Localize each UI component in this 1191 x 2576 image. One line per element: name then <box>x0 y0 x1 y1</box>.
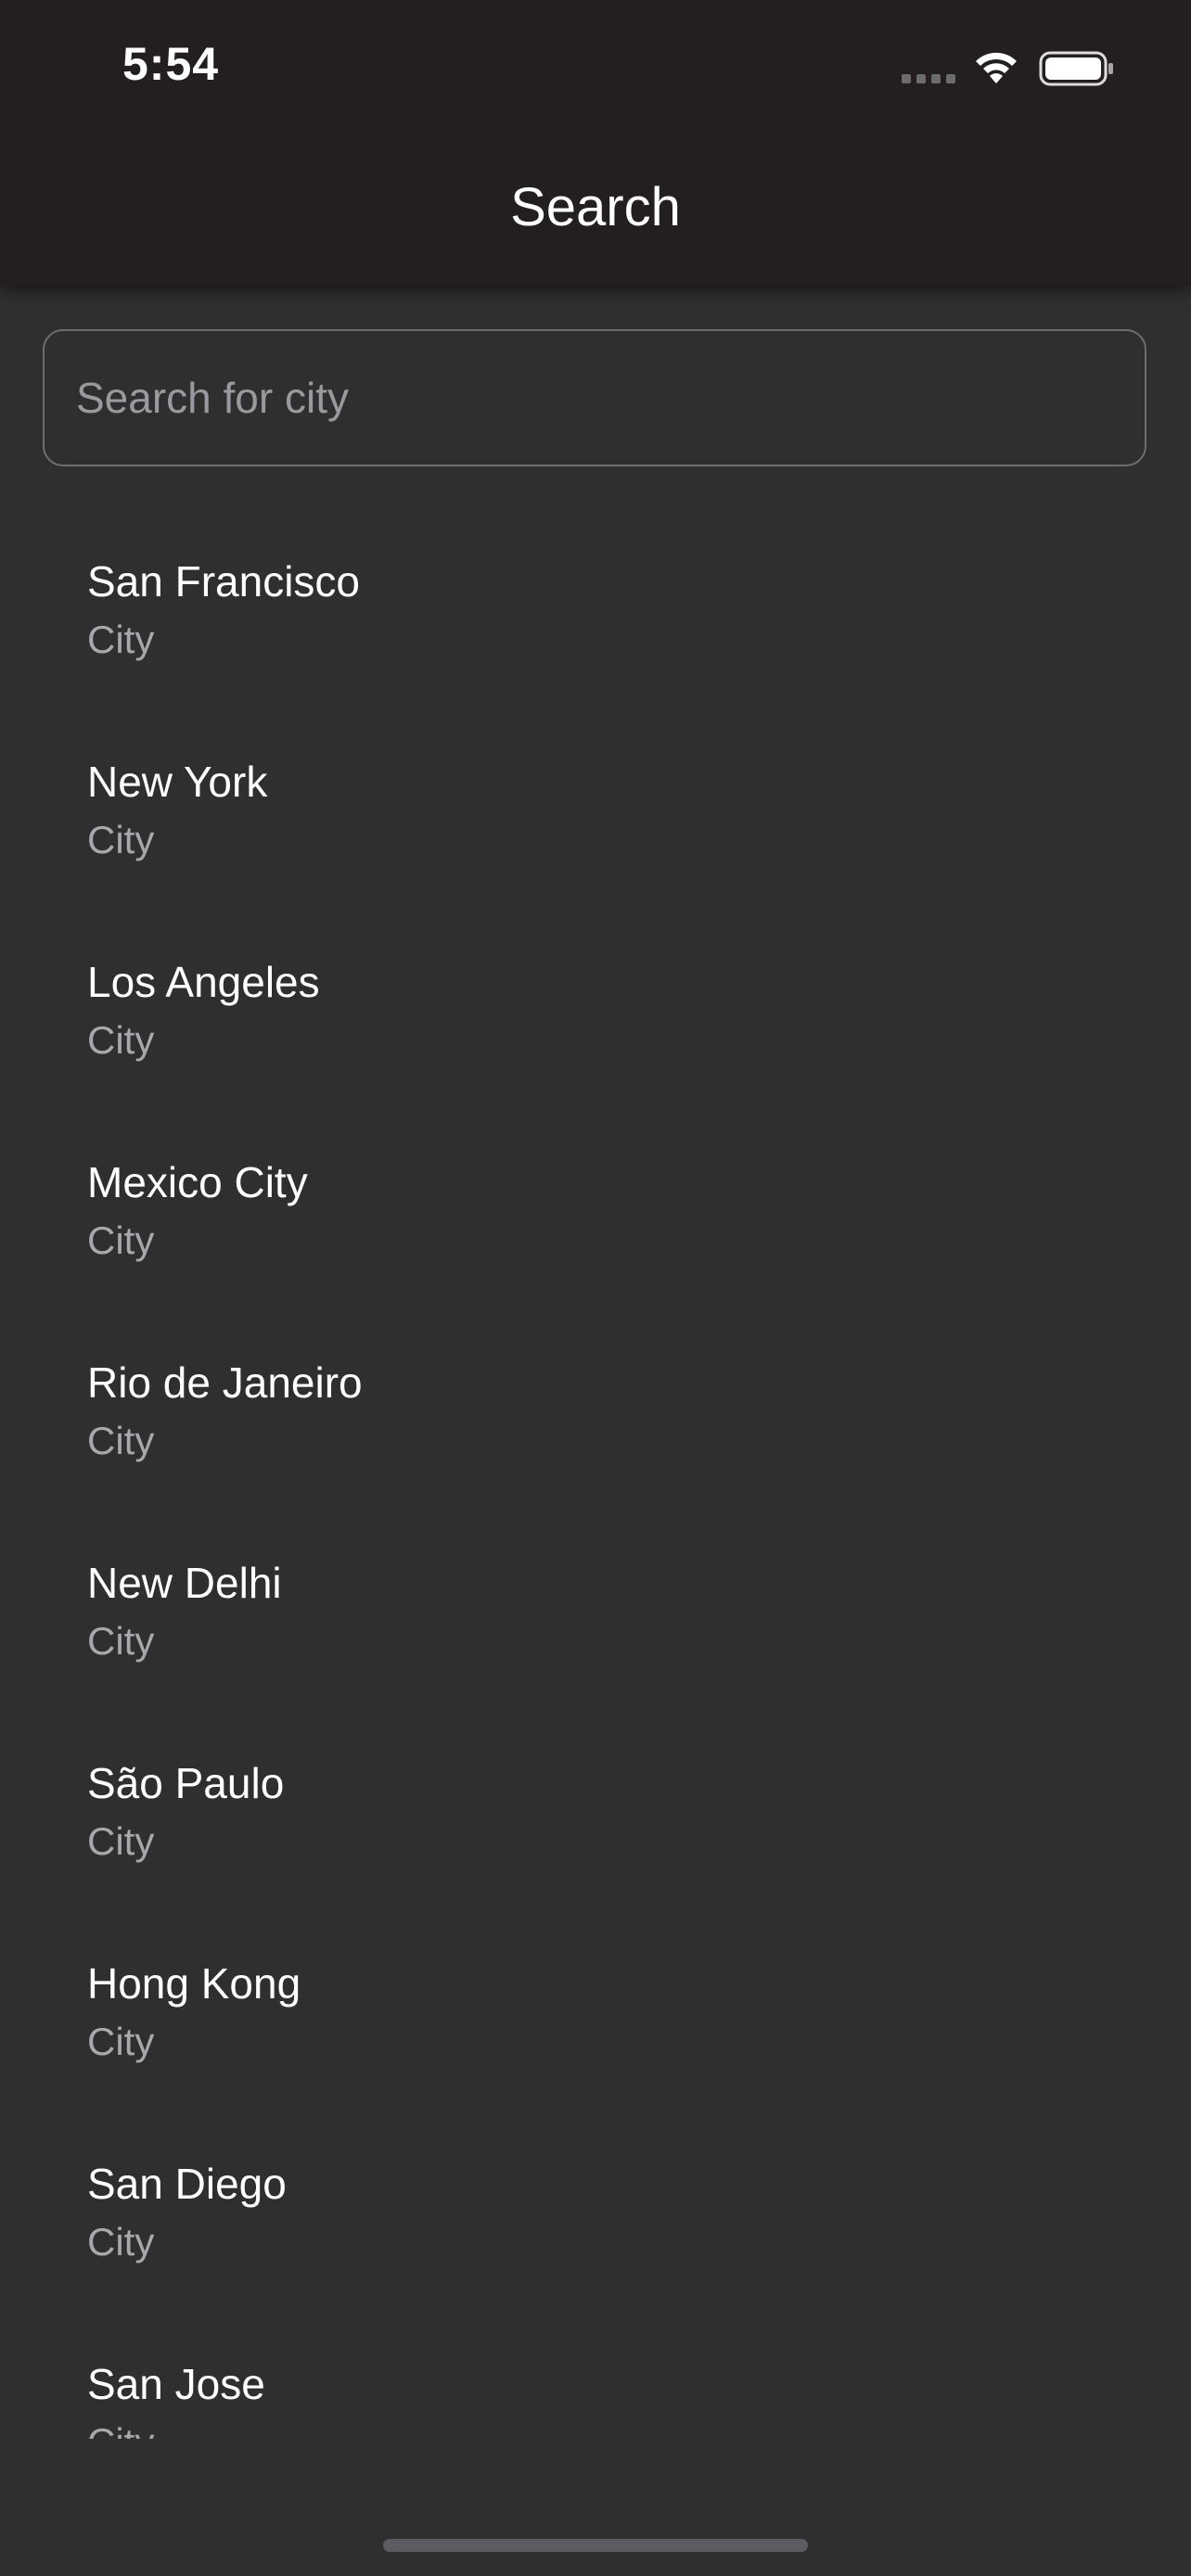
result-item[interactable]: Hong Kong City <box>0 1921 1191 2122</box>
search-results-list: San Francisco City New York City Los Ang… <box>0 519 1191 2439</box>
result-item[interactable]: New Delhi City <box>0 1521 1191 1721</box>
result-type: City <box>87 818 155 861</box>
result-type: City <box>87 1619 155 1663</box>
search-field[interactable] <box>43 329 1146 466</box>
result-name: New York <box>87 758 268 806</box>
search-input[interactable] <box>76 331 1106 465</box>
result-type: City <box>87 1819 155 1863</box>
page-title: Search <box>510 177 681 237</box>
result-name: New Delhi <box>87 1559 282 1607</box>
navigation-header: 5:54 Search <box>0 0 1191 286</box>
result-type: City <box>87 2420 154 2439</box>
result-type: City <box>87 1218 155 1262</box>
result-name: Rio de Janeiro <box>87 1358 363 1407</box>
result-name: San Francisco <box>87 557 361 606</box>
result-name: Los Angeles <box>87 958 320 1006</box>
result-name: San Jose <box>87 2360 265 2408</box>
home-indicator[interactable] <box>383 2539 808 2552</box>
result-type: City <box>87 2220 155 2264</box>
result-type: City <box>87 1419 155 1462</box>
cellular-signal-icon <box>902 74 955 83</box>
search-screen: 5:54 Search San Francisco City New York <box>0 0 1191 2576</box>
result-name: San Diego <box>87 2160 287 2208</box>
result-item[interactable]: Rio de Janeiro City <box>0 1320 1191 1521</box>
result-item[interactable]: Mexico City City <box>0 1120 1191 1320</box>
wifi-icon <box>976 52 1017 83</box>
result-item[interactable]: San Francisco City <box>0 519 1191 720</box>
result-name: Hong Kong <box>87 1959 301 2008</box>
result-name: Mexico City <box>87 1158 308 1206</box>
result-item[interactable]: New York City <box>0 720 1191 920</box>
result-item[interactable]: Los Angeles City <box>0 920 1191 1120</box>
battery-icon <box>1039 51 1113 86</box>
status-time: 5:54 <box>122 38 220 90</box>
result-item[interactable]: San Diego City <box>0 2122 1191 2322</box>
result-name: São Paulo <box>87 1759 285 1807</box>
result-type: City <box>87 618 155 661</box>
result-type: City <box>87 1018 155 1062</box>
result-item[interactable]: San Jose City <box>0 2322 1191 2439</box>
result-type: City <box>87 2020 155 2063</box>
result-item[interactable]: São Paulo City <box>0 1721 1191 1921</box>
